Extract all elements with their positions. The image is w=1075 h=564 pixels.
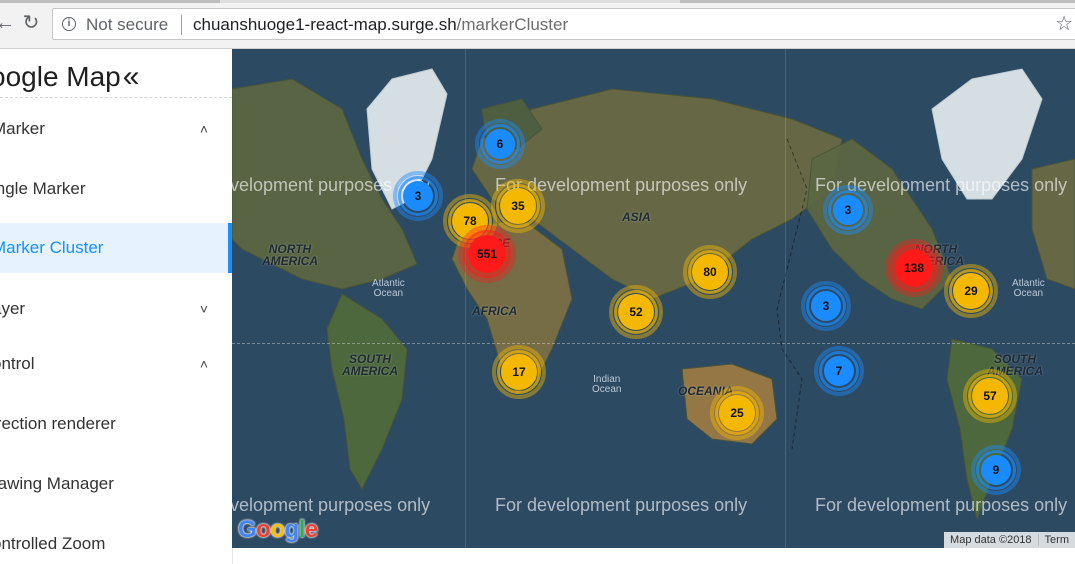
- menu-label: Marker: [0, 119, 45, 138]
- marker-cluster[interactable]: 17: [492, 345, 546, 399]
- brand-divider: [0, 97, 232, 98]
- back-arrow-icon[interactable]: ←: [0, 12, 16, 34]
- ocean-label-indian: Indian Ocean: [592, 374, 622, 395]
- google-map[interactable]: velopment purposes only For development …: [232, 49, 1075, 548]
- marker-cluster[interactable]: 6: [475, 119, 525, 169]
- region-label-north-america: NORTH AMERICA: [262, 242, 318, 268]
- menu-group-layer[interactable]: ayer ˅: [0, 284, 232, 334]
- menu-group-control[interactable]: ontrol ˄: [0, 339, 232, 389]
- info-icon[interactable]: i: [62, 17, 76, 31]
- tab-strip: [0, 0, 1075, 3]
- address-bar[interactable]: i Not secure chuanshuoge1-react-map.surg…: [52, 8, 1075, 40]
- menu-item-single-marker[interactable]: ingle Marker: [0, 164, 232, 214]
- marker-cluster[interactable]: 25: [710, 386, 764, 440]
- region-label-south-america: SOUTH AMERICA: [342, 352, 398, 378]
- tile-boundary: [465, 49, 466, 548]
- address-separator: [181, 15, 182, 35]
- region-label-asia: ASIA: [622, 210, 651, 224]
- marker-cluster[interactable]: 57: [963, 369, 1017, 423]
- marker-cluster[interactable]: 80: [683, 245, 737, 299]
- google-logo[interactable]: Google: [238, 517, 318, 543]
- marker-cluster[interactable]: 52: [609, 285, 663, 339]
- double-chevron-left-icon[interactable]: «: [123, 60, 140, 93]
- chevron-down-icon: ˅: [199, 301, 209, 317]
- marker-cluster[interactable]: 9: [971, 445, 1021, 495]
- url-path: /markerCluster: [456, 15, 569, 34]
- menu-item-marker-cluster[interactable]: Marker Cluster: [0, 223, 232, 273]
- menu-label: irection renderer: [0, 414, 116, 433]
- app-title: oogle Map: [0, 61, 121, 92]
- marker-cluster[interactable]: 35: [491, 179, 545, 233]
- marker-cluster[interactable]: 7: [814, 346, 864, 396]
- app-brand: oogle Map«: [0, 57, 139, 97]
- equator-line: [232, 343, 1075, 344]
- url-host: chuanshuoge1-react-map.surge.sh: [193, 15, 457, 34]
- menu-item-direction-renderer[interactable]: irection renderer: [0, 399, 232, 449]
- url-text[interactable]: chuanshuoge1-react-map.surge.sh/markerCl…: [193, 16, 568, 34]
- dev-watermark: For development purposes only: [495, 495, 748, 515]
- map-data-credit: Map data ©2018: [950, 534, 1032, 546]
- sidebar-menu: oogle Map« Marker ˄ ingle Marker Marker …: [0, 49, 233, 564]
- menu-label: ayer: [0, 299, 26, 318]
- reload-icon[interactable]: ↻: [20, 12, 42, 34]
- menu-label: rawing Manager: [0, 474, 114, 493]
- chevron-up-icon: ˄: [199, 356, 209, 372]
- menu-item-drawing-manager[interactable]: rawing Manager: [0, 459, 232, 509]
- tile-boundary: [785, 49, 786, 548]
- menu-label: Marker Cluster: [0, 238, 104, 257]
- star-icon[interactable]: ☆: [1055, 13, 1073, 35]
- marker-cluster[interactable]: 29: [944, 264, 998, 318]
- marker-cluster[interactable]: 3: [393, 171, 443, 221]
- menu-group-marker[interactable]: Marker ˄: [0, 104, 232, 154]
- marker-cluster[interactable]: 551: [458, 225, 516, 283]
- tab-edge: [680, 0, 1075, 3]
- menu-label: ontrol: [0, 354, 35, 373]
- menu-label: ontrolled Zoom: [0, 534, 106, 553]
- dev-watermark: velopment purposes only: [232, 495, 431, 515]
- browser-toolbar: ← ↻ i Not secure chuanshuoge1-react-map.…: [0, 0, 1075, 49]
- region-label-africa: AFRICA: [472, 304, 518, 318]
- tab-edge: [0, 0, 220, 3]
- security-label[interactable]: Not secure: [86, 16, 168, 34]
- dev-watermark: For development purposes only: [815, 495, 1068, 515]
- menu-label: ingle Marker: [0, 179, 86, 198]
- terms-link[interactable]: Term: [1039, 534, 1075, 546]
- menu-item-controlled-zoom[interactable]: ontrolled Zoom: [0, 519, 232, 564]
- marker-cluster[interactable]: 3: [801, 281, 851, 331]
- ocean-label-atlantic: Atlantic Ocean: [372, 278, 405, 299]
- chevron-up-icon: ˄: [199, 121, 209, 137]
- ocean-label-atlantic: Atlantic Ocean: [1012, 278, 1045, 299]
- marker-cluster[interactable]: 3: [823, 185, 873, 235]
- map-attribution: Map data ©2018 Term: [944, 532, 1075, 548]
- marker-cluster[interactable]: 138: [885, 239, 943, 297]
